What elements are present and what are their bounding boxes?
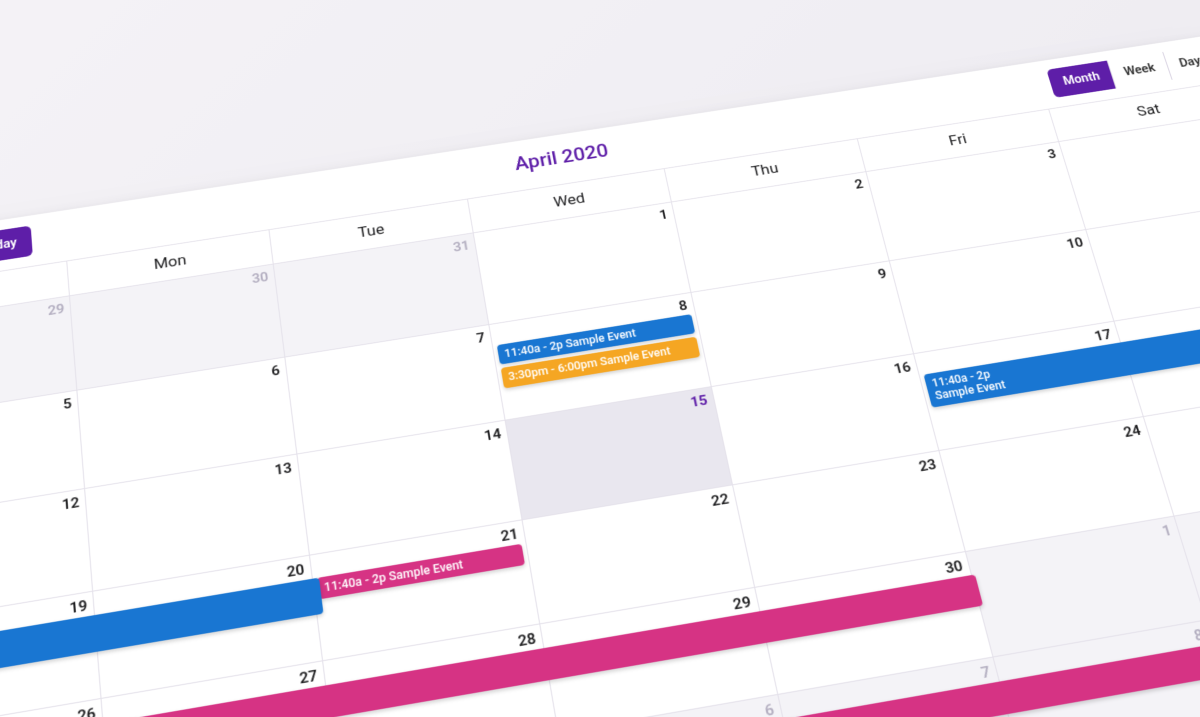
day-number: 14	[483, 425, 503, 444]
day-number: 20	[286, 561, 306, 581]
day-number: 22	[710, 490, 731, 510]
day-number: 15	[689, 392, 709, 411]
day-number: 8	[1192, 626, 1200, 645]
day-number: 29	[47, 301, 65, 319]
day-number: 6	[270, 362, 280, 379]
calendar-title: April 2020	[513, 141, 610, 175]
day-number: 6	[763, 700, 776, 717]
day-number: 5	[63, 395, 73, 413]
day-number: 16	[892, 359, 912, 378]
day-number: 30	[251, 269, 269, 287]
day-number: 12	[61, 494, 80, 514]
day-number: 26	[77, 704, 97, 717]
day-events: 11:40a - 2p Sample Event	[317, 544, 526, 600]
day-number: 31	[452, 238, 471, 256]
day-number: 13	[274, 459, 293, 478]
day-number: 3	[1046, 146, 1058, 162]
day-number: 30	[943, 557, 965, 577]
day-number: 9	[876, 266, 888, 283]
day-number: 2	[853, 176, 865, 192]
day-number: 10	[1065, 234, 1085, 252]
day-number: 1	[658, 207, 669, 223]
day-number: 27	[298, 666, 318, 687]
day-number: 1	[1160, 521, 1174, 539]
day-number: 7	[475, 329, 486, 346]
day-number: 21	[499, 525, 519, 545]
day-number: 23	[917, 456, 938, 475]
day-number: 29	[731, 593, 752, 614]
view-week-button[interactable]: Week	[1107, 52, 1172, 88]
day-events: 11:40a - 2p Sample Event3:30pm - 6:00pm …	[497, 314, 700, 388]
day-number: 24	[1121, 422, 1142, 441]
day-number: 17	[1092, 326, 1113, 344]
day-cell[interactable]: 1911:40a - 2pSample Event	[0, 592, 102, 717]
day-number: 7	[979, 663, 992, 683]
day-number: 19	[69, 597, 88, 618]
calendar-event[interactable]: 11:40a - 2p Sample Event	[317, 544, 526, 600]
day-number: 8	[677, 297, 688, 314]
day-number: 28	[517, 629, 538, 650]
today-button[interactable]: Today	[0, 226, 32, 266]
calendar-card: ‹ › Today April 2020 Month Week Day SunM…	[0, 34, 1200, 717]
view-month-button[interactable]: Month	[1047, 60, 1117, 97]
